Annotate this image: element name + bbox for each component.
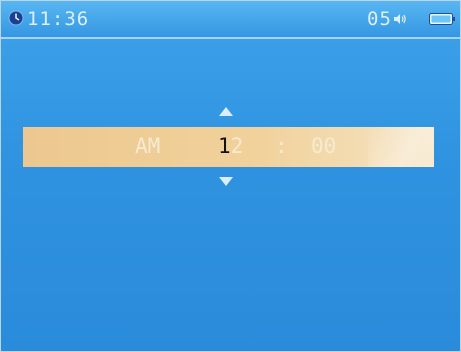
arrow-up-icon[interactable] [219,107,233,116]
status-bar: 11:36 05 [1,1,460,39]
hour-active-digit: 1 [218,134,231,158]
selector-highlight [368,127,434,167]
clock-icon [8,10,24,26]
hour-other-digit: 2 [230,134,244,158]
battery-icon [429,13,455,25]
minute-field[interactable]: 00 [311,134,336,158]
hour-field[interactable]: 12 [218,134,243,158]
speaker-icon [394,14,406,24]
time-separator: : [275,134,288,158]
arrow-down-icon[interactable] [219,177,233,186]
status-time: 11:36 [27,8,90,30]
ampm-field[interactable]: AM [135,134,160,158]
time-selector-bar: AM 12 : 00 [23,127,434,167]
volume-level: 05 [367,8,392,30]
device-screen: 11:36 05 AM 12 : 00 [0,0,461,352]
